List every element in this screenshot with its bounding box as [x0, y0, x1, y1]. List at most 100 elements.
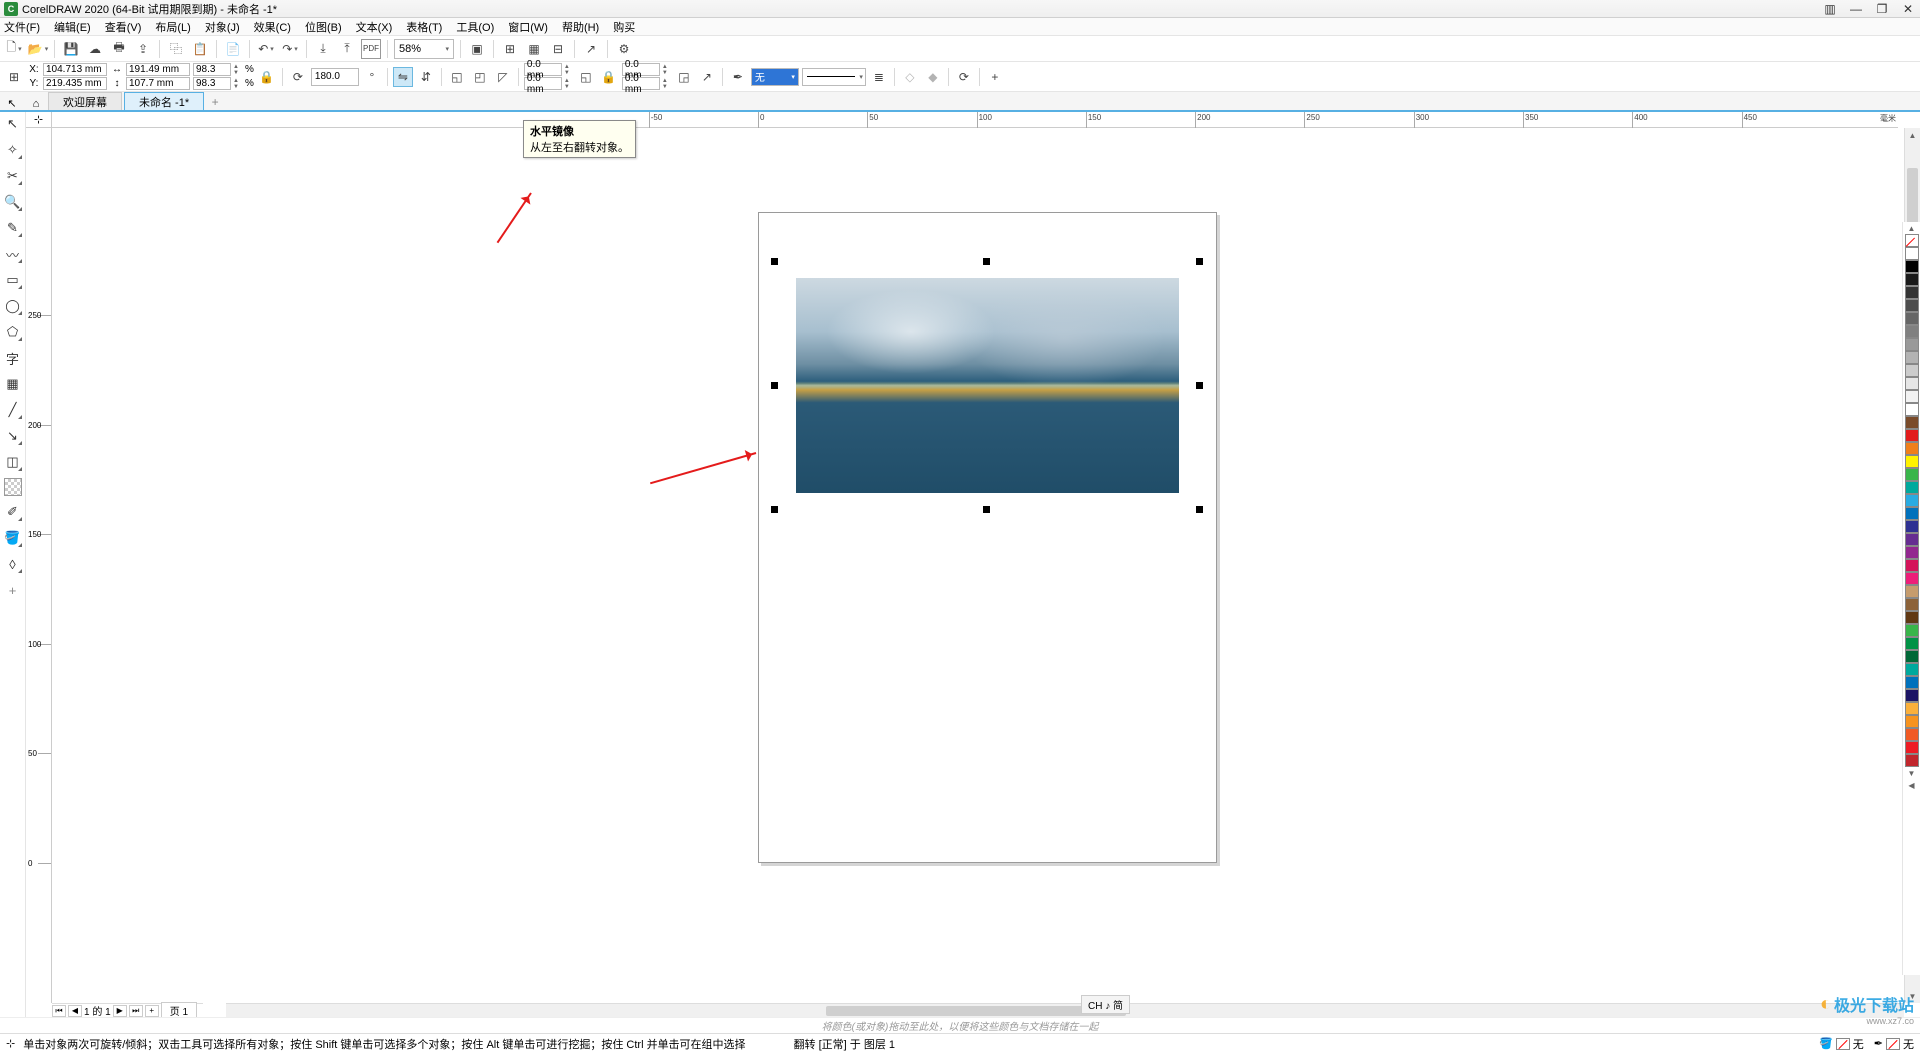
publish-pdf-button[interactable]: PDF — [361, 39, 381, 59]
selected-image-object[interactable] — [796, 278, 1179, 493]
x-field[interactable]: 104.713 mm — [43, 63, 107, 76]
horizontal-ruler[interactable]: 毫米 -50050100150200250300350400450 — [52, 112, 1898, 128]
text-tool[interactable]: 字 — [3, 348, 23, 368]
color-swatch[interactable] — [1905, 624, 1919, 637]
handle-mid-right[interactable] — [1196, 382, 1203, 389]
close-button[interactable]: ✕ — [1900, 2, 1916, 16]
corner4-field[interactable]: 0.0 mm — [622, 77, 660, 90]
color-swatch[interactable] — [1905, 312, 1919, 325]
tab-welcome[interactable]: 欢迎屏幕 — [48, 92, 122, 110]
handle-bot-left[interactable] — [771, 506, 778, 513]
ellipse-tool[interactable]: ◯ — [3, 296, 23, 316]
undo-button[interactable]: ↶ — [256, 39, 276, 59]
copy-button[interactable]: ⿻ — [166, 39, 186, 59]
zoom-tool[interactable]: 🔍 — [3, 192, 23, 212]
fullscreen-button[interactable]: ▣ — [467, 39, 487, 59]
menu-object[interactable]: 对象(J) — [205, 19, 240, 35]
color-swatch[interactable] — [1905, 338, 1919, 351]
color-swatch[interactable] — [1905, 663, 1919, 676]
tab-document[interactable]: 未命名 -1* — [124, 92, 204, 110]
color-swatch[interactable] — [1905, 520, 1919, 533]
redo-button[interactable]: ↷ — [280, 39, 300, 59]
spinner[interactable]: ▲▼ — [233, 64, 242, 76]
menu-layout[interactable]: 布局(L) — [155, 19, 190, 35]
pick-tool-corner[interactable]: ↖ — [0, 97, 24, 110]
dimension-tool[interactable]: ╱ — [3, 400, 23, 420]
color-swatch[interactable] — [1905, 611, 1919, 624]
color-swatch[interactable] — [1905, 585, 1919, 598]
color-swatch[interactable] — [1905, 377, 1919, 390]
no-color-swatch[interactable] — [1905, 234, 1919, 247]
zoom-combo[interactable]: 58% — [394, 39, 454, 59]
handle-top-right[interactable] — [1196, 258, 1203, 265]
fill-tool[interactable]: 🪣 — [3, 528, 23, 548]
canvas-area[interactable]: ⊹ 毫米 -50050100150200250300350400450 0501… — [26, 112, 1920, 1017]
clipboard-button[interactable]: 📄 — [223, 39, 243, 59]
y-field[interactable]: 219.435 mm — [43, 77, 107, 90]
page-tab[interactable]: 页 1 — [161, 1002, 197, 1017]
color-swatch[interactable] — [1905, 429, 1919, 442]
menu-effect[interactable]: 效果(C) — [254, 19, 291, 35]
h-field[interactable]: 107.7 mm — [126, 77, 190, 90]
color-swatch[interactable] — [1905, 637, 1919, 650]
color-swatch[interactable] — [1905, 494, 1919, 507]
color-swatch[interactable] — [1905, 728, 1919, 741]
prev-page-button[interactable]: ◀ — [68, 1005, 82, 1017]
color-swatch[interactable] — [1905, 260, 1919, 273]
rotation-field[interactable]: 180.0 — [311, 68, 359, 86]
menu-view[interactable]: 查看(V) — [105, 19, 142, 35]
mirror-vertical-button[interactable]: ⇵ — [416, 67, 436, 87]
print-button[interactable]: 🖶 — [109, 39, 129, 59]
outline-indicator[interactable]: ✒ 无 — [1874, 1036, 1914, 1052]
save-button[interactable]: 💾 — [61, 39, 81, 59]
color-swatch[interactable] — [1905, 754, 1919, 767]
new-button[interactable]: 🗋 — [4, 39, 24, 59]
convert-button[interactable]: ⟳ — [954, 67, 974, 87]
add-tab-button[interactable]: + — [206, 94, 224, 110]
handle-top-left[interactable] — [771, 258, 778, 265]
menu-help[interactable]: 帮助(H) — [562, 19, 599, 35]
polygon-tool[interactable]: ⬠ — [3, 322, 23, 342]
color-swatch[interactable] — [1905, 741, 1919, 754]
color-swatch[interactable] — [1905, 546, 1919, 559]
color-swatch[interactable] — [1905, 676, 1919, 689]
color-swatch[interactable] — [1905, 598, 1919, 611]
color-swatch[interactable] — [1905, 286, 1919, 299]
launch-button[interactable]: ↗ — [581, 39, 601, 59]
guides-button[interactable]: ⊟ — [548, 39, 568, 59]
connector-tool[interactable]: ↘ — [3, 426, 23, 446]
handle-bot-mid[interactable] — [983, 506, 990, 513]
lock-corners-button[interactable]: 🔒 — [599, 67, 619, 87]
handle-bot-right[interactable] — [1196, 506, 1203, 513]
first-page-button[interactable]: ⏮ — [52, 1005, 66, 1017]
next-page-button[interactable]: ▶ — [113, 1005, 127, 1017]
export-button[interactable]: ⇪ — [133, 39, 153, 59]
palette-down-button[interactable]: ▼ — [1908, 767, 1916, 779]
outline-tool[interactable]: ◊ — [3, 554, 23, 574]
line-style-combo[interactable] — [802, 68, 866, 86]
color-swatch[interactable] — [1905, 364, 1919, 377]
handle-mid-left[interactable] — [771, 382, 778, 389]
palette-up-button[interactable]: ▲ — [1908, 222, 1916, 234]
ime-indicator[interactable]: CH ♪ 简 — [1081, 995, 1130, 1014]
palette-flyout-button[interactable]: ◀ — [1908, 779, 1914, 791]
color-swatch[interactable] — [1905, 689, 1919, 702]
color-swatch[interactable] — [1905, 403, 1919, 416]
add-tool-button[interactable]: + — [3, 580, 23, 600]
menu-tools[interactable]: 工具(O) — [456, 19, 494, 35]
menu-text[interactable]: 文本(X) — [356, 19, 393, 35]
color-swatch[interactable] — [1905, 325, 1919, 338]
pick-tool[interactable]: ↖ — [3, 114, 23, 134]
color-swatch[interactable] — [1905, 481, 1919, 494]
back-button[interactable]: ◆ — [923, 67, 943, 87]
color-swatch[interactable] — [1905, 247, 1919, 260]
artistic-tool[interactable]: 〰 — [3, 244, 23, 264]
spinner[interactable]: ▲▼ — [233, 78, 242, 90]
ruler-origin[interactable]: ⊹ — [26, 112, 52, 128]
eyedropper-tool[interactable]: ✐ — [3, 502, 23, 522]
w-field[interactable]: 191.49 mm — [126, 63, 190, 76]
menu-file[interactable]: 文件(F) — [4, 19, 40, 35]
origin-icon[interactable]: ⊞ — [4, 67, 24, 87]
color-swatch[interactable] — [1905, 533, 1919, 546]
lock-ratio-button[interactable]: 🔒 — [257, 67, 277, 87]
